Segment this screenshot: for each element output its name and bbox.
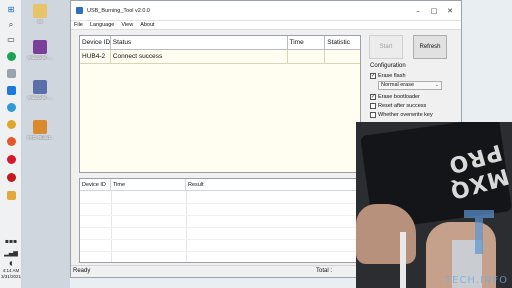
desktop-icon-w[interactable]: W [26, 4, 54, 24]
row-divider [80, 251, 360, 252]
overwrite-key-checkbox[interactable] [370, 111, 376, 118]
desktop-icon-label: Andirogki_... [27, 95, 53, 100]
archive-icon [33, 40, 47, 54]
desktop-icon-andirogki-2[interactable]: Andirogki_... [26, 80, 54, 100]
folder-icon[interactable] [4, 189, 18, 201]
log-table-header: Device ID Time Result [80, 179, 360, 191]
erase-mode-value: Normal erase [381, 82, 415, 88]
start-button[interactable]: Start [369, 35, 403, 59]
app-icon [76, 7, 83, 14]
row-divider [80, 203, 360, 204]
column-header-statistic[interactable]: Statistic [325, 36, 360, 49]
cell-time [288, 50, 326, 63]
desktop-icon-yyd[interactable]: YYD_Buind... [26, 120, 54, 140]
usb-cable-photo [400, 232, 406, 288]
hand-photo [356, 204, 416, 264]
watermark-text: TECH.INFO [445, 275, 508, 286]
minimize-icon[interactable]: – [411, 6, 425, 16]
column-header-time[interactable]: Time [111, 179, 186, 190]
app-shortcut-icon [33, 120, 47, 134]
column-header-time[interactable]: Time [288, 36, 326, 49]
title-bar[interactable]: USB_Burning_Tool v2.0.0 – □ ✕ [71, 1, 461, 21]
column-header-device-id[interactable]: Device ID [80, 179, 111, 190]
menu-view[interactable]: View [121, 22, 133, 28]
cell-device-id: HUB4-2 [80, 50, 111, 63]
desktop-icon-andirogki-1[interactable]: Andirogki_... [26, 40, 54, 60]
app-icon-green[interactable] [4, 50, 18, 62]
erase-flash-label: Erase flash [378, 72, 406, 79]
erase-bootloader-option[interactable]: ✓ Erase bootloader [370, 92, 456, 101]
menu-bar: File Language View About [71, 21, 461, 30]
cell-statistic [325, 50, 360, 63]
maximize-icon[interactable]: □ [427, 6, 441, 16]
configuration-title: Configuration [370, 63, 406, 69]
system-clock[interactable]: 4:14 AM 3/31/2021 [1, 268, 21, 280]
row-divider [80, 239, 360, 240]
opera-icon[interactable] [4, 153, 18, 165]
reset-after-success-checkbox[interactable] [370, 102, 376, 109]
user-folder-icon [33, 4, 47, 18]
refresh-button[interactable]: Refresh [413, 35, 447, 59]
cell-status: Connect success [111, 50, 288, 63]
column-header-status[interactable]: Status [111, 36, 288, 49]
erase-mode-select[interactable]: Normal erase ⌄ [378, 81, 442, 90]
log-table[interactable]: Device ID Time Result [79, 178, 361, 263]
reset-after-success-option[interactable]: Reset after success [370, 101, 456, 110]
menu-language[interactable]: Language [90, 22, 114, 28]
erase-flash-checkbox[interactable]: ✓ [370, 72, 376, 79]
menu-file[interactable]: File [74, 22, 83, 28]
webcam-overlay: MXQ PRO TECH.INFO [356, 122, 512, 288]
archive-icon [33, 80, 47, 94]
row-divider [80, 215, 360, 216]
close-icon[interactable]: ✕ [443, 6, 457, 16]
erase-bootloader-label: Erase bootloader [378, 93, 420, 100]
watermark-logo-icon [464, 210, 494, 254]
app-icon-blue[interactable] [4, 84, 18, 96]
erase-bootloader-checkbox[interactable]: ✓ [370, 93, 376, 100]
firefox-icon[interactable] [4, 135, 18, 147]
start-icon[interactable]: ⊞ [4, 4, 18, 16]
search-icon[interactable]: ⌕ [4, 19, 18, 31]
device-table[interactable]: Device ID Status Time Statistic HUB4-2 C… [79, 35, 361, 173]
erase-flash-option[interactable]: ✓ Erase flash [370, 71, 456, 80]
column-header-result[interactable]: Result [186, 179, 360, 190]
task-view-icon[interactable]: ▭ [4, 34, 18, 46]
device-table-header: Device ID Status Time Statistic [80, 36, 360, 50]
clock-date: 3/31/2021 [1, 274, 22, 279]
menu-about[interactable]: About [140, 22, 154, 28]
status-text: Ready [73, 268, 91, 274]
table-row[interactable]: HUB4-2 Connect success [80, 50, 360, 64]
overwrite-key-option[interactable]: Whether overwrite key [370, 110, 456, 119]
overwrite-key-label: Whether overwrite key [378, 111, 433, 118]
app-icon-gray[interactable] [4, 67, 18, 79]
chevron-down-icon: ⌄ [434, 82, 439, 88]
desktop-icon-label: YYD_Buind... [26, 135, 54, 140]
record-icon[interactable] [4, 171, 18, 183]
desktop-icon-label: W [37, 19, 43, 24]
edge-icon[interactable] [4, 101, 18, 113]
windows-taskbar: ⊞ ⌕ ▭ ▪▪▪ ▂▄▆ ◖ 4:14 AM 3/31/2021 [0, 0, 22, 288]
desktop-icon-label: Andirogki_... [27, 55, 53, 60]
column-header-device-id[interactable]: Device ID [80, 36, 111, 49]
window-title: USB_Burning_Tool v2.0.0 [87, 7, 150, 14]
device-brand: MXQ PRO [445, 138, 512, 204]
tray-icons[interactable]: ▪▪▪ [4, 236, 18, 248]
chrome-icon[interactable] [4, 118, 18, 130]
reset-after-success-label: Reset after success [378, 102, 427, 109]
row-divider [80, 227, 360, 228]
total-label: Total : [316, 268, 333, 274]
